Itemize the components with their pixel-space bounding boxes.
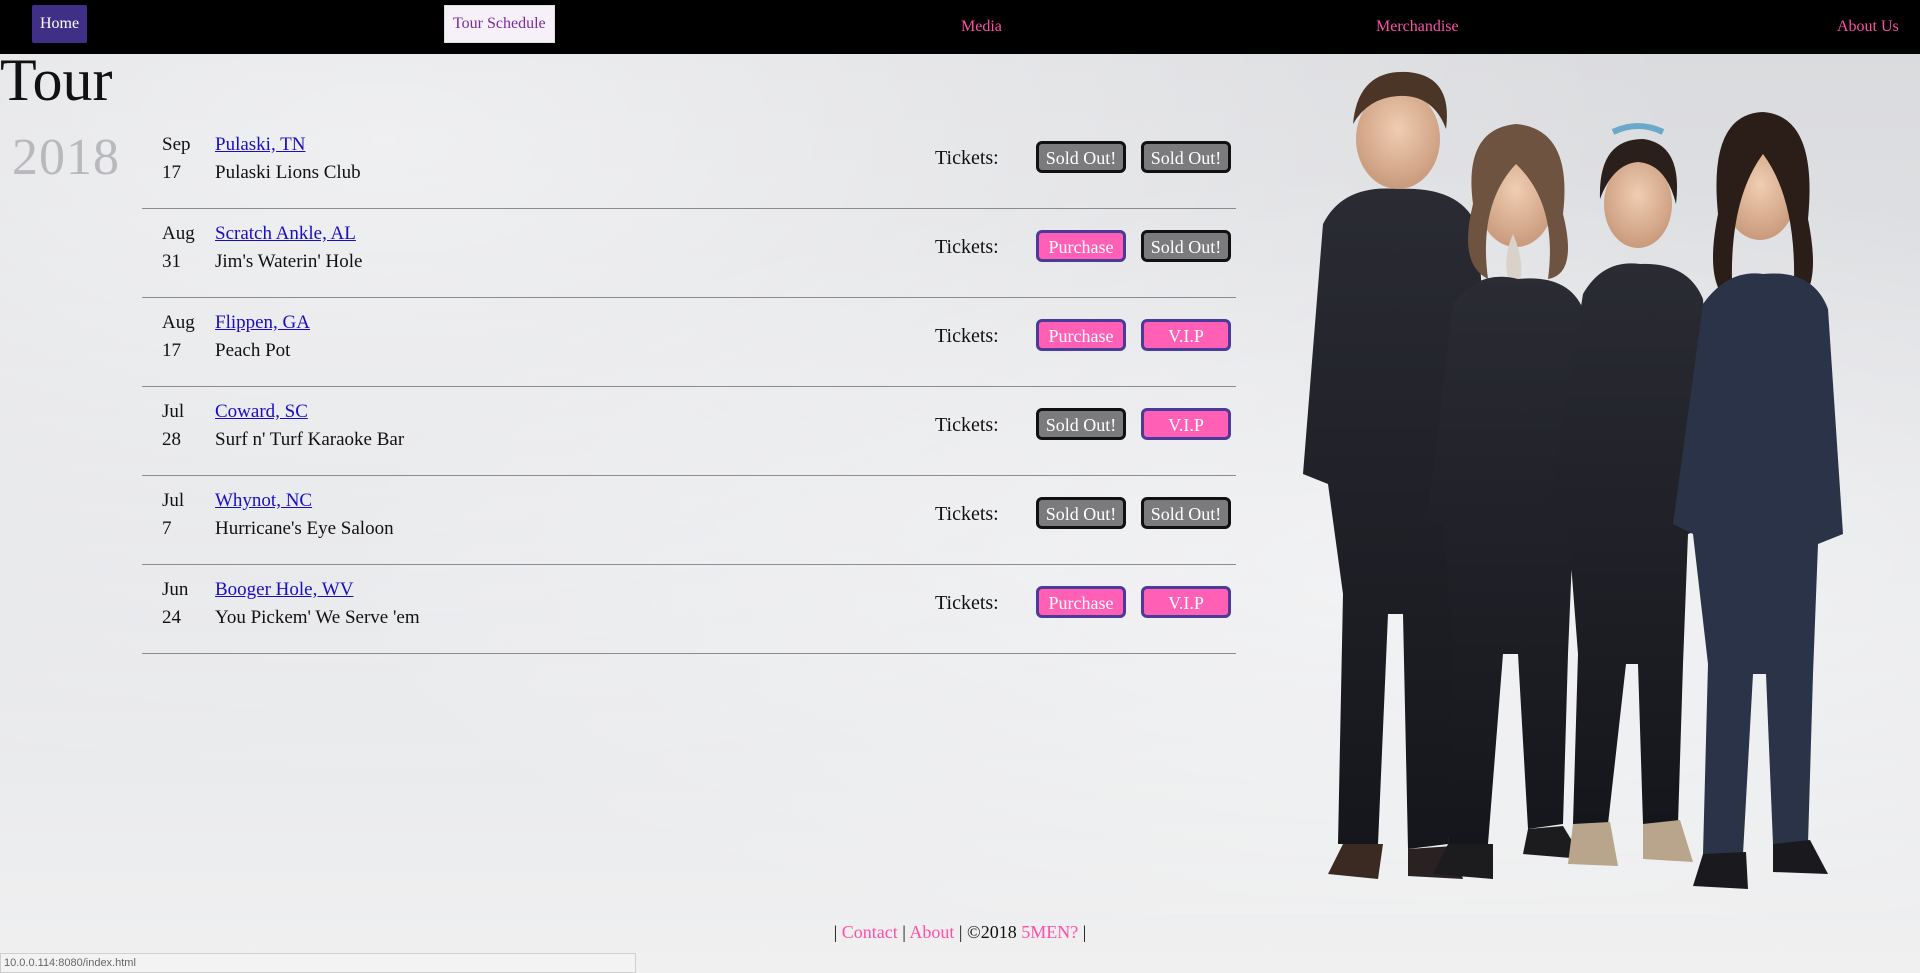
venue: Pulaski Lions Club (215, 162, 361, 183)
city-link[interactable]: Scratch Ankle, AL (215, 223, 356, 245)
city-link[interactable]: Coward, SC (215, 401, 308, 423)
tickets-label: Tickets: (935, 325, 999, 347)
tour-row: Aug 31 Scratch Ankle, AL Jim's Waterin' … (142, 209, 1236, 298)
tickets-label: Tickets: (935, 236, 999, 258)
tickets-label: Tickets: (935, 147, 999, 169)
ticket-button-vip[interactable]: V.I.P (1141, 586, 1231, 618)
ticket-button-vip[interactable]: V.I.P (1141, 319, 1231, 351)
ticket-button-purchase[interactable]: Purchase (1036, 230, 1126, 262)
tickets-label: Tickets: (935, 503, 999, 525)
nav-merchandise[interactable]: Merchandise (1376, 0, 1459, 54)
ticket-button-purchase[interactable]: Purchase (1036, 586, 1126, 618)
footer-brand: 5MEN? (1021, 922, 1079, 942)
date-month: Aug (162, 223, 195, 244)
date-day: 7 (162, 518, 172, 539)
date-day: 17 (162, 340, 181, 361)
band-member-4 (1673, 112, 1843, 889)
ticket-button-soldout[interactable]: Sold Out! (1036, 497, 1126, 529)
footer-contact-link[interactable]: Contact (842, 922, 898, 942)
city-link[interactable]: Flippen, GA (215, 312, 310, 334)
venue: Jim's Waterin' Hole (215, 251, 363, 272)
date-month: Jun (162, 579, 189, 600)
ticket-button-vip[interactable]: V.I.P (1141, 408, 1231, 440)
nav-tour-schedule[interactable]: Tour Schedule (444, 5, 555, 43)
date-day: 17 (162, 162, 181, 183)
ticket-button-soldout[interactable]: Sold Out! (1036, 408, 1126, 440)
tickets-label: Tickets: (935, 592, 999, 614)
date-day: 31 (162, 251, 181, 272)
tour-row: Aug 17 Flippen, GA Peach Pot Tickets: Pu… (142, 298, 1236, 387)
status-bar-url: 10.0.0.114:8080/index.html (0, 953, 636, 973)
band-photo (1303, 71, 1843, 889)
date-month: Sep (162, 134, 191, 155)
date-month: Aug (162, 312, 195, 333)
footer-separator: | (902, 922, 906, 942)
city-link[interactable]: Booger Hole, WV (215, 579, 353, 601)
footer-separator: | (1082, 922, 1087, 942)
footer-about-link[interactable]: About (909, 922, 954, 942)
ticket-button-purchase[interactable]: Purchase (1036, 319, 1126, 351)
tour-list: Sep 17 Pulaski, TN Pulaski Lions Club Ti… (142, 120, 1236, 654)
date-day: 24 (162, 607, 181, 628)
ticket-button-soldout[interactable]: Sold Out! (1141, 141, 1231, 173)
tickets-label: Tickets: (935, 414, 999, 436)
date-month: Jul (162, 490, 185, 511)
tour-row: Jul 7 Whynot, NC Hurricane's Eye Saloon … (142, 476, 1236, 565)
tour-row: Sep 17 Pulaski, TN Pulaski Lions Club Ti… (142, 120, 1236, 209)
page-title: Tour (0, 47, 113, 113)
footer-copyright: ©2018 (967, 922, 1017, 942)
ticket-button-soldout[interactable]: Sold Out! (1141, 230, 1231, 262)
nav-about-us[interactable]: About Us (1837, 0, 1899, 54)
nav-home[interactable]: Home (32, 5, 88, 43)
city-link[interactable]: Whynot, NC (215, 490, 312, 512)
venue: Hurricane's Eye Saloon (215, 518, 394, 539)
top-nav: Home Tour Schedule Media Merchandise Abo… (0, 0, 1920, 54)
date-month: Jul (162, 401, 185, 422)
venue: Peach Pot (215, 340, 291, 361)
tour-row: Jul 28 Coward, SC Surf n' Turf Karaoke B… (142, 387, 1236, 476)
venue: You Pickem' We Serve 'em (215, 607, 420, 628)
nav-media[interactable]: Media (961, 0, 1002, 54)
venue: Surf n' Turf Karaoke Bar (215, 429, 405, 450)
date-day: 28 (162, 429, 181, 450)
ticket-button-soldout[interactable]: Sold Out! (1141, 497, 1231, 529)
ticket-button-soldout[interactable]: Sold Out! (1036, 141, 1126, 173)
footer-separator: | (833, 922, 838, 942)
tour-row: Jun 24 Booger Hole, WV You Pickem' We Se… (142, 565, 1236, 654)
footer-separator: | (958, 922, 963, 942)
footer: | Contact | About | ©2018 5MEN? | (0, 922, 1920, 943)
city-link[interactable]: Pulaski, TN (215, 134, 305, 156)
year-label: 2018 (12, 129, 120, 186)
